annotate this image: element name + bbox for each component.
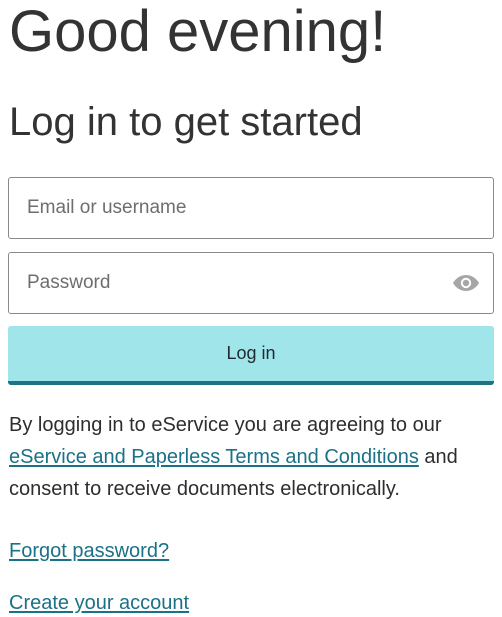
email-input[interactable] <box>9 178 493 238</box>
login-subheading: Log in to get started <box>9 100 363 144</box>
password-input[interactable] <box>9 253 493 313</box>
create-account-link[interactable]: Create your account <box>9 589 189 617</box>
password-field-container <box>8 252 494 314</box>
greeting-heading: Good evening! <box>9 0 387 64</box>
terms-link[interactable]: eService and Paperless Terms and Conditi… <box>9 446 419 468</box>
login-button[interactable]: Log in <box>8 326 494 385</box>
eye-icon[interactable] <box>452 272 480 294</box>
forgot-password-link[interactable]: Forgot password? <box>9 537 169 565</box>
terms-text: By logging in to eService you are agreei… <box>9 409 479 505</box>
terms-prefix: By logging in to eService you are agreei… <box>9 414 442 436</box>
email-field-container <box>8 177 494 239</box>
